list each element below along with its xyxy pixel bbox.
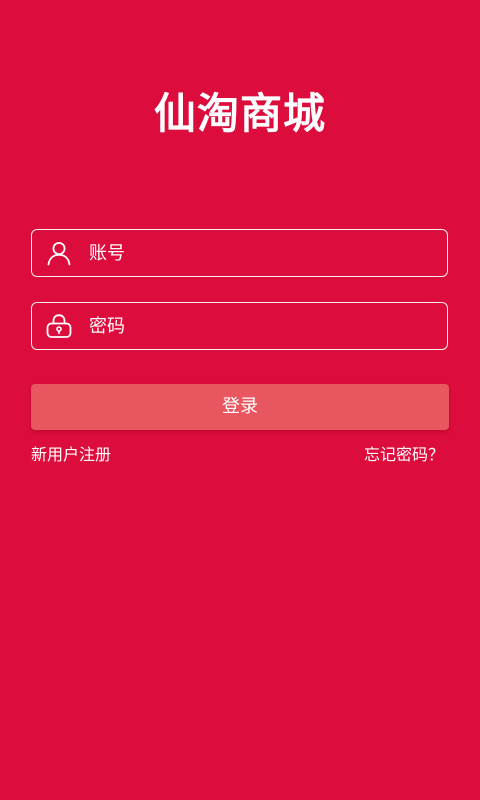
account-field[interactable]	[31, 229, 448, 277]
login-button[interactable]: 登录	[31, 384, 449, 430]
user-icon	[45, 239, 73, 267]
account-input[interactable]	[89, 231, 437, 275]
app-title: 仙淘商城	[153, 89, 326, 138]
password-field[interactable]	[31, 302, 448, 350]
login-screen: 仙淘商城 登录 新用户注册 忘记密码？	[0, 0, 480, 800]
lock-icon	[45, 312, 73, 340]
register-link[interactable]: 新用户注册	[31, 444, 111, 466]
password-input[interactable]	[89, 304, 437, 348]
forgot-password-link[interactable]: 忘记密码？	[364, 444, 444, 466]
